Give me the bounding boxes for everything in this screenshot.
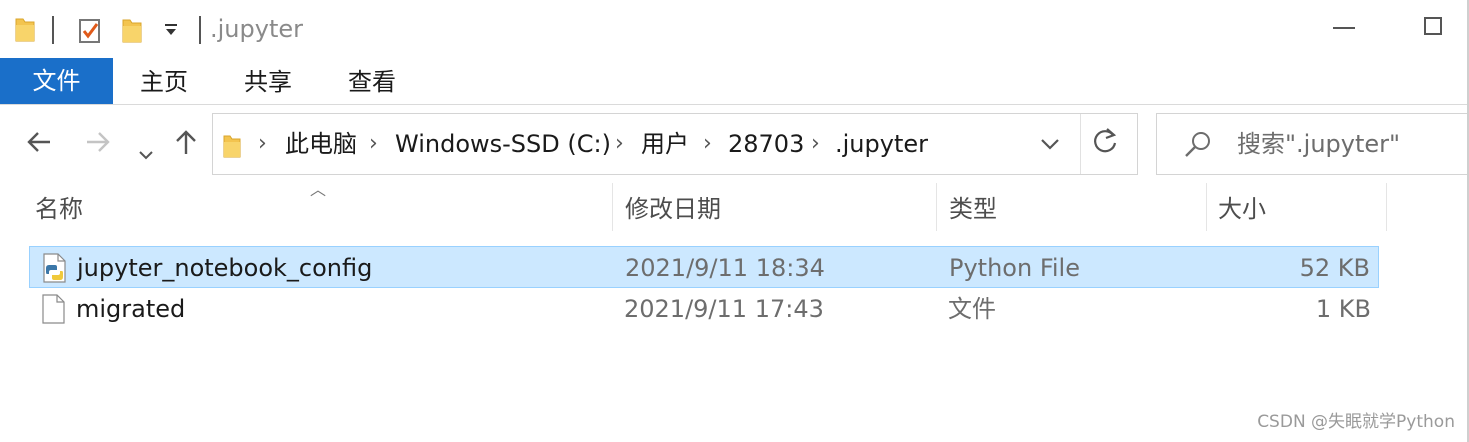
search-input[interactable]: 搜索".jupyter" [1237, 130, 1400, 158]
column-name[interactable]: 名称 [35, 195, 83, 223]
folder-icon[interactable] [14, 15, 36, 47]
file-type: 文件 [948, 295, 996, 323]
toolbar-separator [52, 16, 54, 44]
file-size: 1 KB [1315, 295, 1371, 323]
folder-icon [222, 133, 242, 163]
column-divider[interactable] [1206, 183, 1207, 231]
breadcrumb-current[interactable]: .jupyter [835, 130, 928, 158]
address-bar[interactable]: › 此电脑 › Windows-SSD (C:) › 用户 › 28703 › … [212, 113, 1138, 175]
forward-arrow-icon[interactable] [85, 130, 111, 161]
chevron-right-icon: › [703, 131, 712, 156]
column-date-modified[interactable]: 修改日期 [625, 195, 721, 223]
python-file-icon [41, 253, 67, 287]
title-bar: .jupyter [0, 0, 1469, 58]
sort-ascending-icon: ︿ [310, 180, 327, 199]
column-header: ︿ 名称 修改日期 类型 大小 [0, 180, 1469, 235]
ribbon-tabs: 文件 主页 共享 查看 [0, 58, 1469, 105]
tab-share[interactable]: 共享 [244, 58, 292, 104]
new-folder-icon[interactable] [121, 16, 143, 48]
tab-file[interactable]: 文件 [0, 58, 113, 104]
breadcrumb-user-folder[interactable]: 28703 [728, 130, 804, 158]
column-divider[interactable] [612, 183, 613, 231]
search-icon [1183, 129, 1213, 163]
quick-access-dropdown-icon[interactable] [163, 20, 179, 44]
address-divider [1080, 114, 1081, 174]
properties-checkbox-icon[interactable] [77, 16, 103, 48]
column-divider[interactable] [1386, 183, 1387, 231]
chevron-right-icon: › [369, 131, 378, 156]
file-type: Python File [949, 254, 1080, 282]
breadcrumb-users[interactable]: 用户 [641, 130, 689, 158]
file-row[interactable]: migrated 2021/9/11 17:43 文件 1 KB [29, 288, 1379, 330]
up-arrow-icon[interactable] [174, 128, 198, 163]
blank-file-icon [40, 294, 66, 328]
navigation-bar: › 此电脑 › Windows-SSD (C:) › 用户 › 28703 › … [0, 105, 1469, 183]
column-type[interactable]: 类型 [949, 195, 997, 223]
tab-view[interactable]: 查看 [348, 58, 396, 104]
file-size: 52 KB [1299, 254, 1370, 282]
chevron-right-icon: › [258, 131, 267, 156]
file-row[interactable]: jupyter_notebook_config 2021/9/11 18:34 … [29, 246, 1379, 288]
refresh-icon[interactable] [1091, 126, 1119, 164]
toolbar-separator [199, 16, 201, 44]
file-date: 2021/9/11 18:34 [625, 254, 825, 282]
maximize-icon[interactable] [1424, 17, 1442, 35]
file-name[interactable]: jupyter_notebook_config [77, 254, 372, 282]
file-date: 2021/9/11 17:43 [624, 295, 824, 323]
window-title: .jupyter [210, 15, 303, 43]
column-divider[interactable] [936, 183, 937, 231]
address-history-chevron-icon[interactable] [1039, 128, 1069, 158]
chevron-right-icon: › [615, 131, 624, 156]
search-box[interactable]: 搜索".jupyter" [1156, 113, 1469, 175]
watermark-text: CSDN @失眠就学Python [1257, 412, 1455, 432]
chevron-right-icon: › [811, 131, 820, 156]
breadcrumb-this-pc[interactable]: 此电脑 [285, 130, 357, 158]
recent-locations-chevron-icon[interactable] [138, 138, 154, 168]
back-arrow-icon[interactable] [26, 130, 52, 161]
tab-home[interactable]: 主页 [140, 58, 188, 104]
breadcrumb-drive[interactable]: Windows-SSD (C:) [395, 130, 611, 158]
column-size[interactable]: 大小 [1218, 195, 1266, 223]
minimize-icon[interactable] [1333, 27, 1355, 29]
file-name[interactable]: migrated [76, 295, 185, 323]
